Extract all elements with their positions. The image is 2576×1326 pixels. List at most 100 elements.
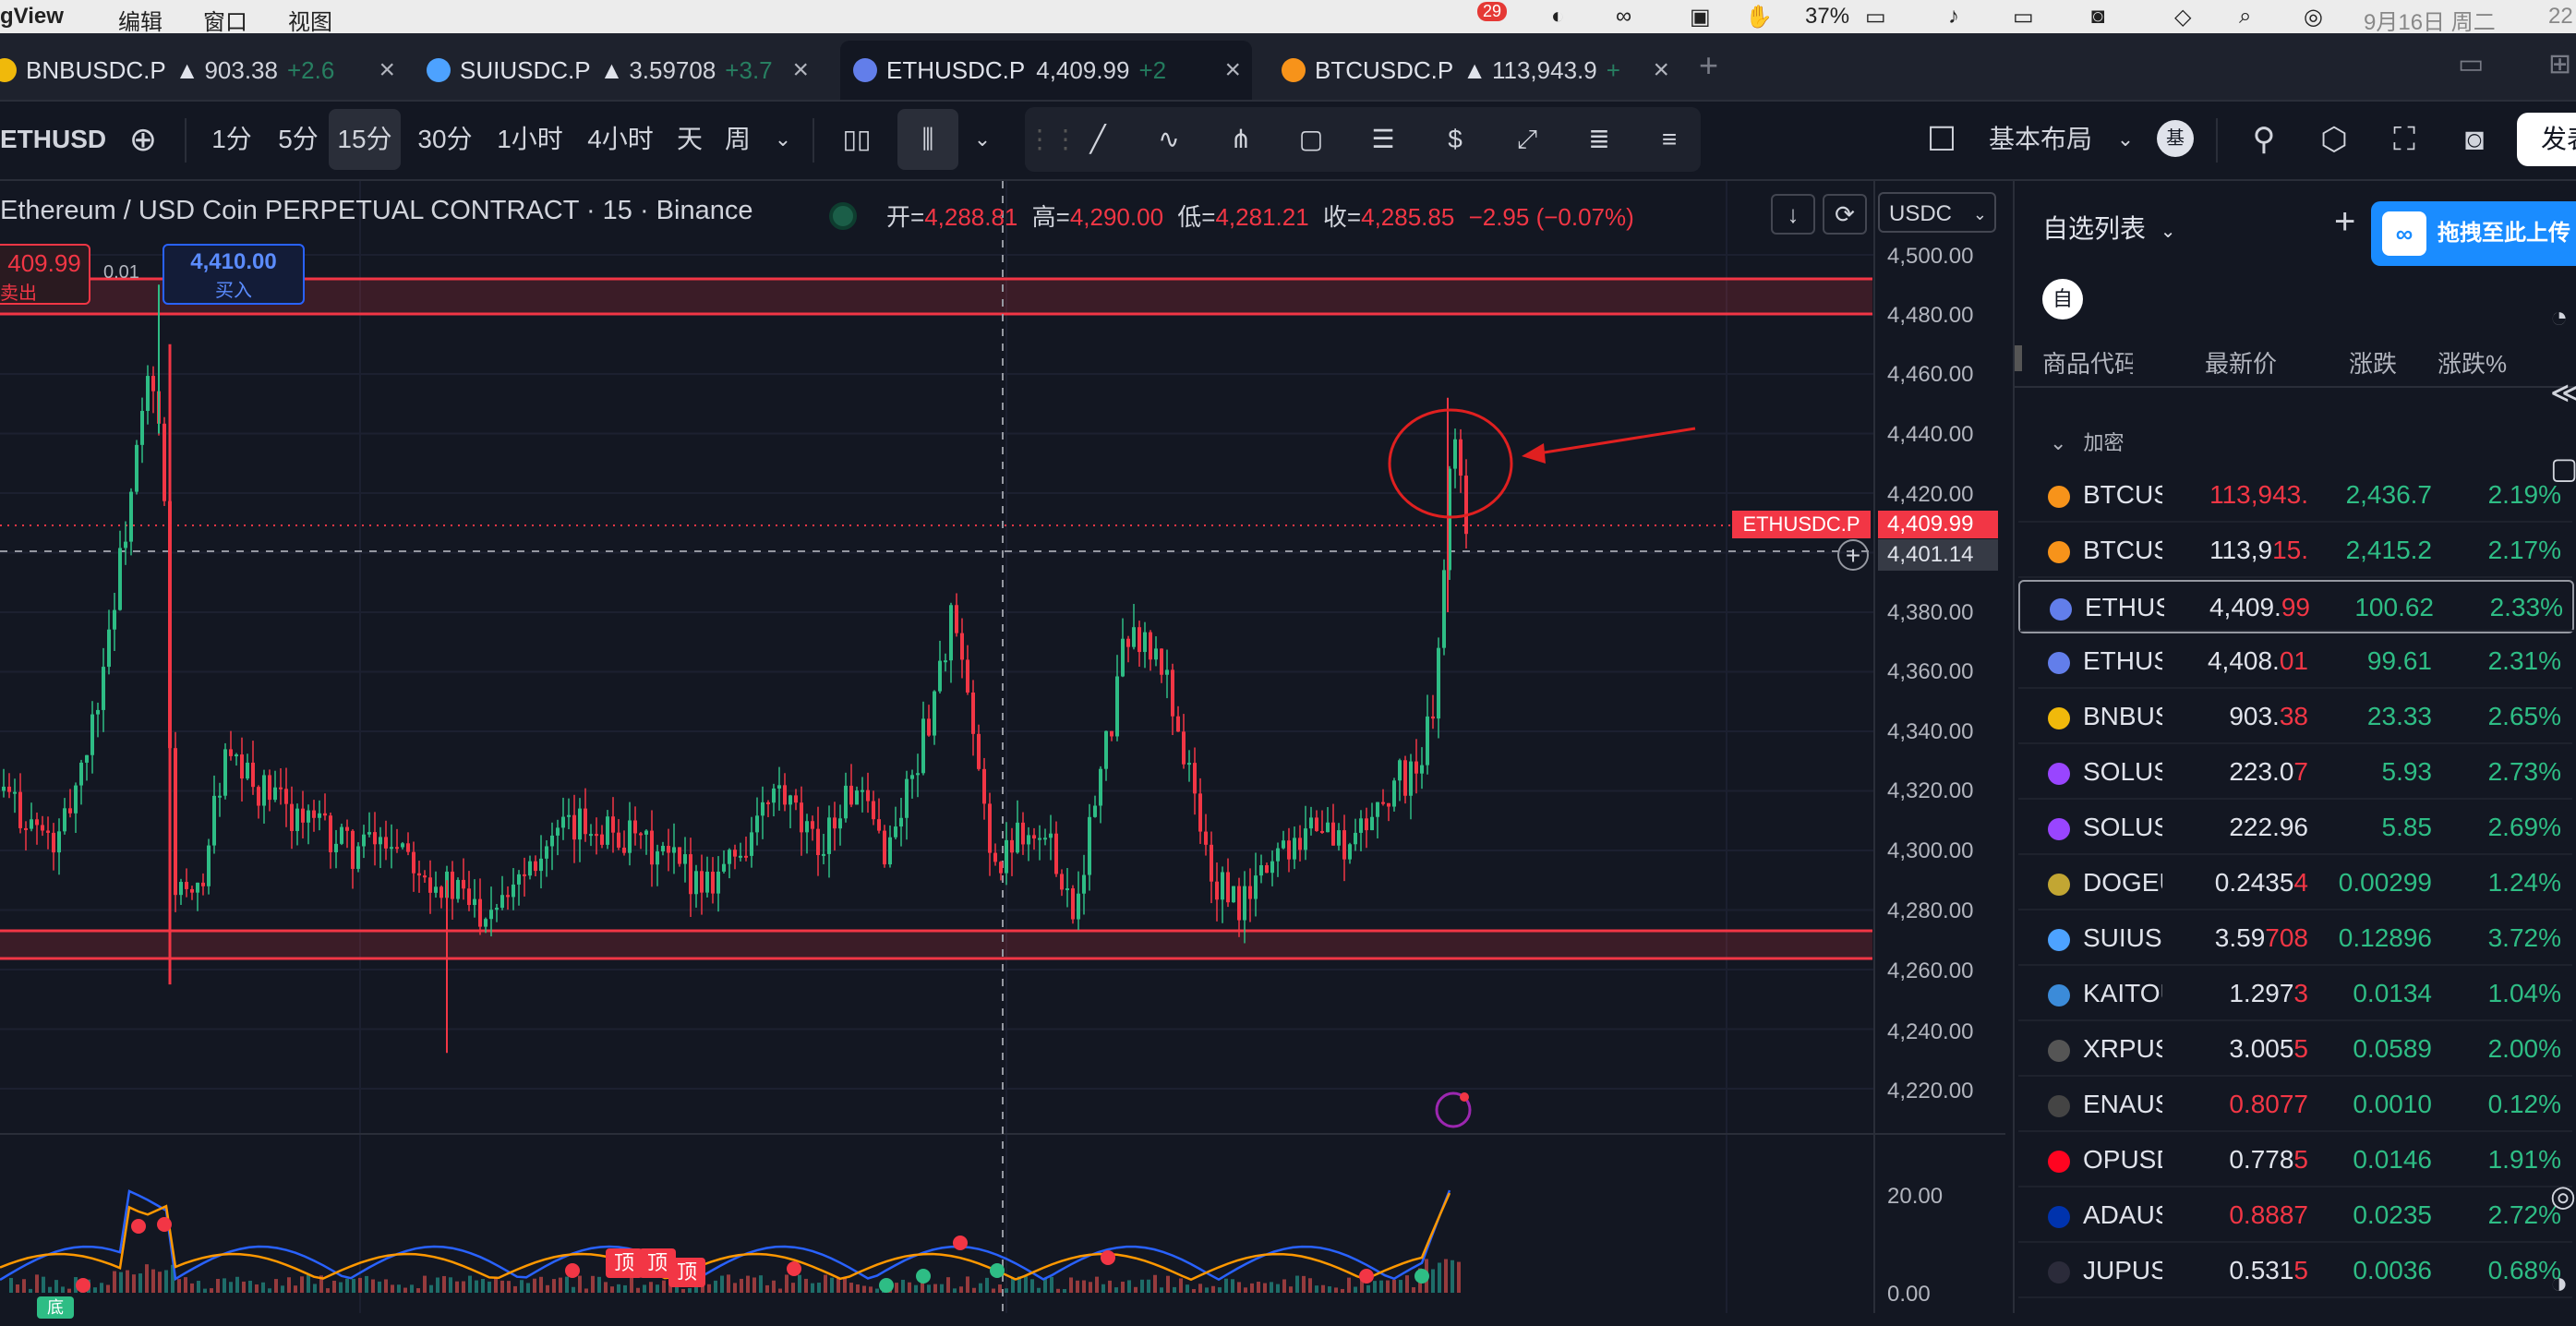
symbol-search[interactable]: ETHUSD (0, 109, 106, 170)
publish-button[interactable]: 发表 (2517, 113, 2576, 166)
trendline-icon[interactable]: ╱ (1073, 109, 1123, 170)
watchlist-title[interactable]: 自选列表 ⌄ (2042, 209, 2176, 246)
sell-button[interactable]: 409.99 卖出 (0, 244, 90, 305)
col-symbol[interactable]: 商品代码 (2042, 345, 2133, 380)
drag-handle-icon[interactable]: ⋮⋮ (1027, 109, 1078, 170)
indicator-bar (843, 1278, 847, 1293)
new-tab-icon[interactable]: + (1699, 46, 1718, 85)
tab-ethusdc[interactable]: ETHUSDC.P 4,409.99 +2 × (840, 41, 1252, 100)
price-range-icon[interactable]: $ (1429, 109, 1481, 170)
layout-badge[interactable]: 基 (2157, 120, 2194, 157)
chart-pane[interactable] (0, 181, 2005, 1313)
price-chart[interactable] (0, 181, 2005, 1313)
add-alert-icon[interactable]: + (1837, 539, 1869, 571)
wifi-icon[interactable]: ◇ (2174, 4, 2191, 30)
col-change[interactable]: 涨跌 (2349, 345, 2397, 380)
watchlist-row[interactable]: SOLUSDC 223.07 5.93 2.73% (2018, 746, 2574, 800)
fullscreen-icon[interactable]: ⛶ (2378, 109, 2430, 170)
watchlist-row[interactable]: BNBUSDC 903.38 23.33 2.65% (2018, 691, 2574, 744)
watchlist-row[interactable]: DOGEUSDC 0.24354 0.00299 1.24% (2018, 857, 2574, 910)
watchlist-row[interactable]: ETHUSDT 4,408.01 99.61 2.31% (2018, 635, 2574, 689)
menu-edit[interactable]: 编辑 (118, 4, 163, 36)
add-symbol-icon[interactable]: + (2334, 201, 2355, 243)
clipboard-icon[interactable]: ◙ (2091, 4, 2105, 30)
upload-drop-zone[interactable]: ∞ 拖拽至此上传 (2371, 201, 2576, 266)
interval-30m[interactable]: 30分 (412, 109, 478, 170)
close-tab-icon[interactable]: × (1647, 54, 1669, 86)
interval-1h[interactable]: 1小时 (491, 109, 569, 170)
filter-chip[interactable]: 自 (2042, 279, 2083, 319)
layers-icon[interactable]: ≪ (2550, 355, 2576, 430)
tab-btcusdc[interactable]: BTCUSDC.P ▲ 113,943.9 + × (1269, 41, 1680, 100)
candle-body (578, 808, 582, 840)
grab-icon[interactable]: ✋ (1745, 4, 1773, 30)
link-icon[interactable]: ∞ (1616, 4, 1631, 30)
menu-icon[interactable]: ≡ (1643, 109, 1695, 170)
col-change-pct[interactable]: 涨跌% (2438, 345, 2507, 380)
alert-icon[interactable]: ⚲ (2238, 109, 2290, 170)
chevron-down-icon[interactable]: ⌄ (2109, 109, 2142, 170)
watchlist-row[interactable]: BTCUSDC 113,943. 2,436.7 2.19% (2018, 469, 2574, 523)
buy-button[interactable]: 4,410.00 买入 (163, 244, 305, 305)
compare-symbol-icon[interactable]: ⊕ (118, 109, 168, 170)
watchlist-row[interactable]: OPUSDC 0.7785 0.0146 1.91% (2018, 1134, 2574, 1187)
candle-body (484, 919, 488, 927)
polyline-icon[interactable]: ∿ (1141, 109, 1197, 170)
menu-window[interactable]: 窗口 (203, 4, 247, 36)
menu-view[interactable]: 视图 (288, 4, 332, 36)
layout-checkbox-icon[interactable]: ☐ (1919, 109, 1965, 170)
interval-1m[interactable]: 1分 (201, 109, 262, 170)
layout-name[interactable]: 基本布局 (1983, 109, 2098, 170)
watchlist-row[interactable]: SUIUSDC 3.59708 0.12896 3.72% (2018, 912, 2574, 966)
control-center-icon[interactable]: ◎ (2304, 4, 2323, 30)
scroll-down-icon[interactable]: ↓ (1771, 194, 1815, 235)
col-last[interactable]: 最新价 (2205, 345, 2277, 380)
watchlist-row[interactable]: XRPUSDC 3.0055 0.0589 2.00% (2018, 1023, 2574, 1077)
chevron-down-icon[interactable]: ⌄ (966, 109, 999, 170)
rectangle-icon[interactable]: ▢ (1285, 109, 1337, 170)
interval-15m[interactable]: 15分 (329, 109, 401, 170)
interval-4h[interactable]: 4小时 (580, 109, 661, 170)
currency-select[interactable]: USDC ⌄ (1878, 192, 1996, 233)
more-icon[interactable]: ⊞ (2548, 48, 2571, 80)
measure-icon[interactable]: ⤢ (1501, 109, 1553, 170)
watchlist-row[interactable]: KAITOUSDC 1.2973 0.0134 1.04% (2018, 968, 2574, 1021)
bar-style-icon[interactable]: ▯▯ (831, 109, 883, 170)
chevron-down-icon[interactable]: ⌄ (766, 109, 800, 170)
watchlist-row[interactable]: SOLUSDT 222.96 5.85 2.69% (2018, 802, 2574, 855)
interval-week[interactable]: 周 (716, 109, 759, 170)
candle-style-icon[interactable]: ⫼ (897, 109, 958, 170)
watchlist-row[interactable]: ENAUSDC 0.8077 0.0010 0.12% (2018, 1079, 2574, 1132)
watchlist-row[interactable]: ADAUSDC 0.8887 0.0235 2.72% (2018, 1189, 2574, 1243)
chat-icon[interactable]: ▢ (2550, 430, 2576, 506)
watchlist-row[interactable]: JUPUSDC 0.5315 0.0036 0.68% (2018, 1245, 2574, 1298)
close-tab-icon[interactable]: × (787, 54, 809, 86)
watchlist-group[interactable]: ⌄ 加密 (2050, 427, 2124, 456)
pitchfork-icon[interactable]: ⋔ (1215, 109, 1267, 170)
watchlist-row[interactable]: ETHUSDC 4,409.99 100.62 2.33% (2018, 580, 2574, 633)
resize-handle[interactable] (2015, 345, 2022, 371)
clock-icon[interactable]: ◔ (2550, 279, 2576, 355)
watchlist-row[interactable]: BTCUSDT 113,915. 2,415.2 2.17% (2018, 524, 2574, 578)
fib-icon[interactable]: ☰ (1357, 109, 1409, 170)
reset-view-icon[interactable]: ⟳ (1823, 194, 1867, 235)
camera-icon[interactable]: ◙ (2449, 109, 2500, 170)
settings-icon[interactable]: ⬡ (2308, 109, 2360, 170)
settings-lines-icon[interactable]: ≣ (1573, 109, 1625, 170)
mute-icon[interactable]: ♪ (1948, 4, 1959, 30)
mail-icon[interactable]: ▣ (1690, 4, 1711, 30)
close-tab-icon[interactable]: × (373, 54, 395, 86)
screen-icon[interactable]: ▭ (2013, 4, 2034, 30)
interval-5m[interactable]: 5分 (266, 109, 331, 170)
tab-suiusdc[interactable]: SUIUSDC.P ▲ 3.59708 +3.7 × (414, 41, 820, 100)
layout-icon[interactable]: ▭ (2458, 48, 2484, 80)
status-icon[interactable]: ◐ (1551, 4, 1565, 30)
interval-day[interactable]: 天 (668, 109, 711, 170)
indicator-bar (391, 1284, 394, 1293)
app-menu[interactable]: gView (0, 4, 64, 30)
tab-bnbusdc[interactable]: BNBUSDC.P ▲ 903.38 +2.6 × (0, 41, 406, 100)
search-icon[interactable]: ⌕ (2239, 4, 2251, 30)
candle-body (872, 801, 875, 820)
close-tab-icon[interactable]: × (1219, 54, 1241, 86)
help-icon[interactable]: ◎ (2550, 1152, 2576, 1239)
